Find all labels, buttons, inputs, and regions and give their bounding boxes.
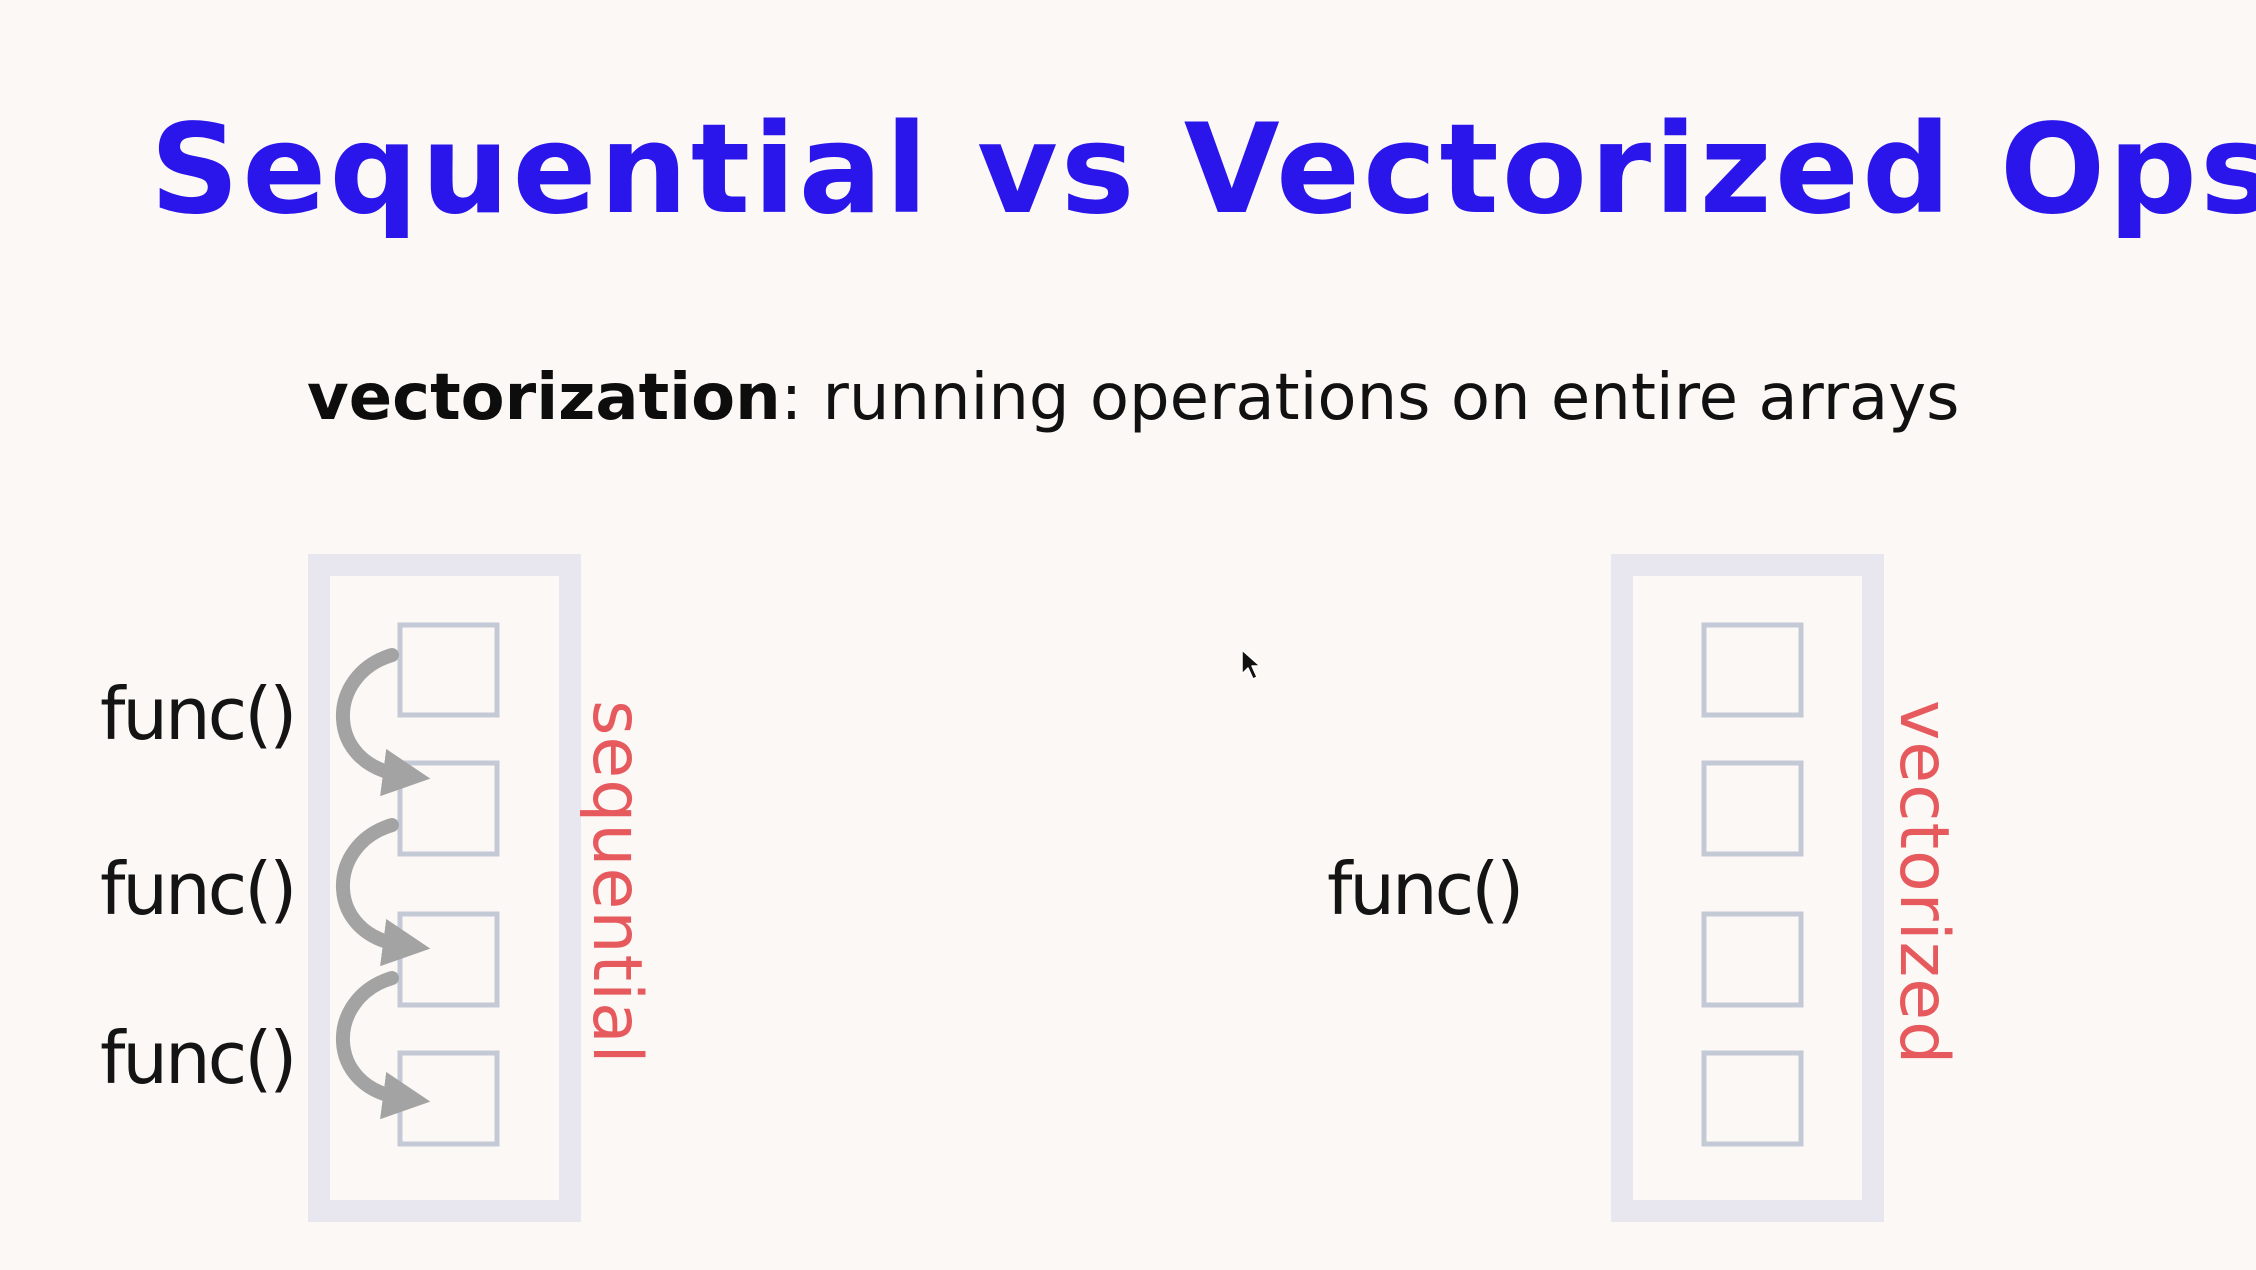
sequential-array-frame — [308, 554, 581, 1222]
sequential-diagram: func() func() func() sequential — [100, 554, 656, 1222]
vectorized-cell — [1701, 1050, 1804, 1147]
vectorized-array-frame — [1611, 554, 1884, 1222]
curved-arrow-icon — [336, 818, 431, 967]
vectorized-func-label: func() — [1327, 847, 1521, 931]
vectorized-cell — [1701, 760, 1804, 857]
sequential-func-label: func() — [100, 672, 294, 756]
curved-arrow-icon — [336, 971, 431, 1120]
sequential-cell — [397, 760, 500, 857]
vectorized-cell — [1701, 622, 1804, 718]
vectorized-diagram: func() vectorized — [1327, 554, 1963, 1222]
sequential-func-label: func() — [100, 1016, 294, 1100]
sequential-cell — [397, 1050, 500, 1147]
curved-arrow-icon — [336, 648, 431, 797]
sequential-cell — [397, 911, 500, 1008]
sequential-func-label: func() — [100, 847, 294, 931]
mouse-cursor-icon — [1241, 649, 1261, 680]
comparison-diagram: func() func() func() sequential func() v… — [100, 554, 1963, 1222]
vectorized-label: vectorized — [1884, 700, 1963, 1065]
vectorized-cell — [1701, 911, 1804, 1008]
sequential-label: sequential — [577, 700, 656, 1065]
sequential-cell — [397, 622, 500, 718]
